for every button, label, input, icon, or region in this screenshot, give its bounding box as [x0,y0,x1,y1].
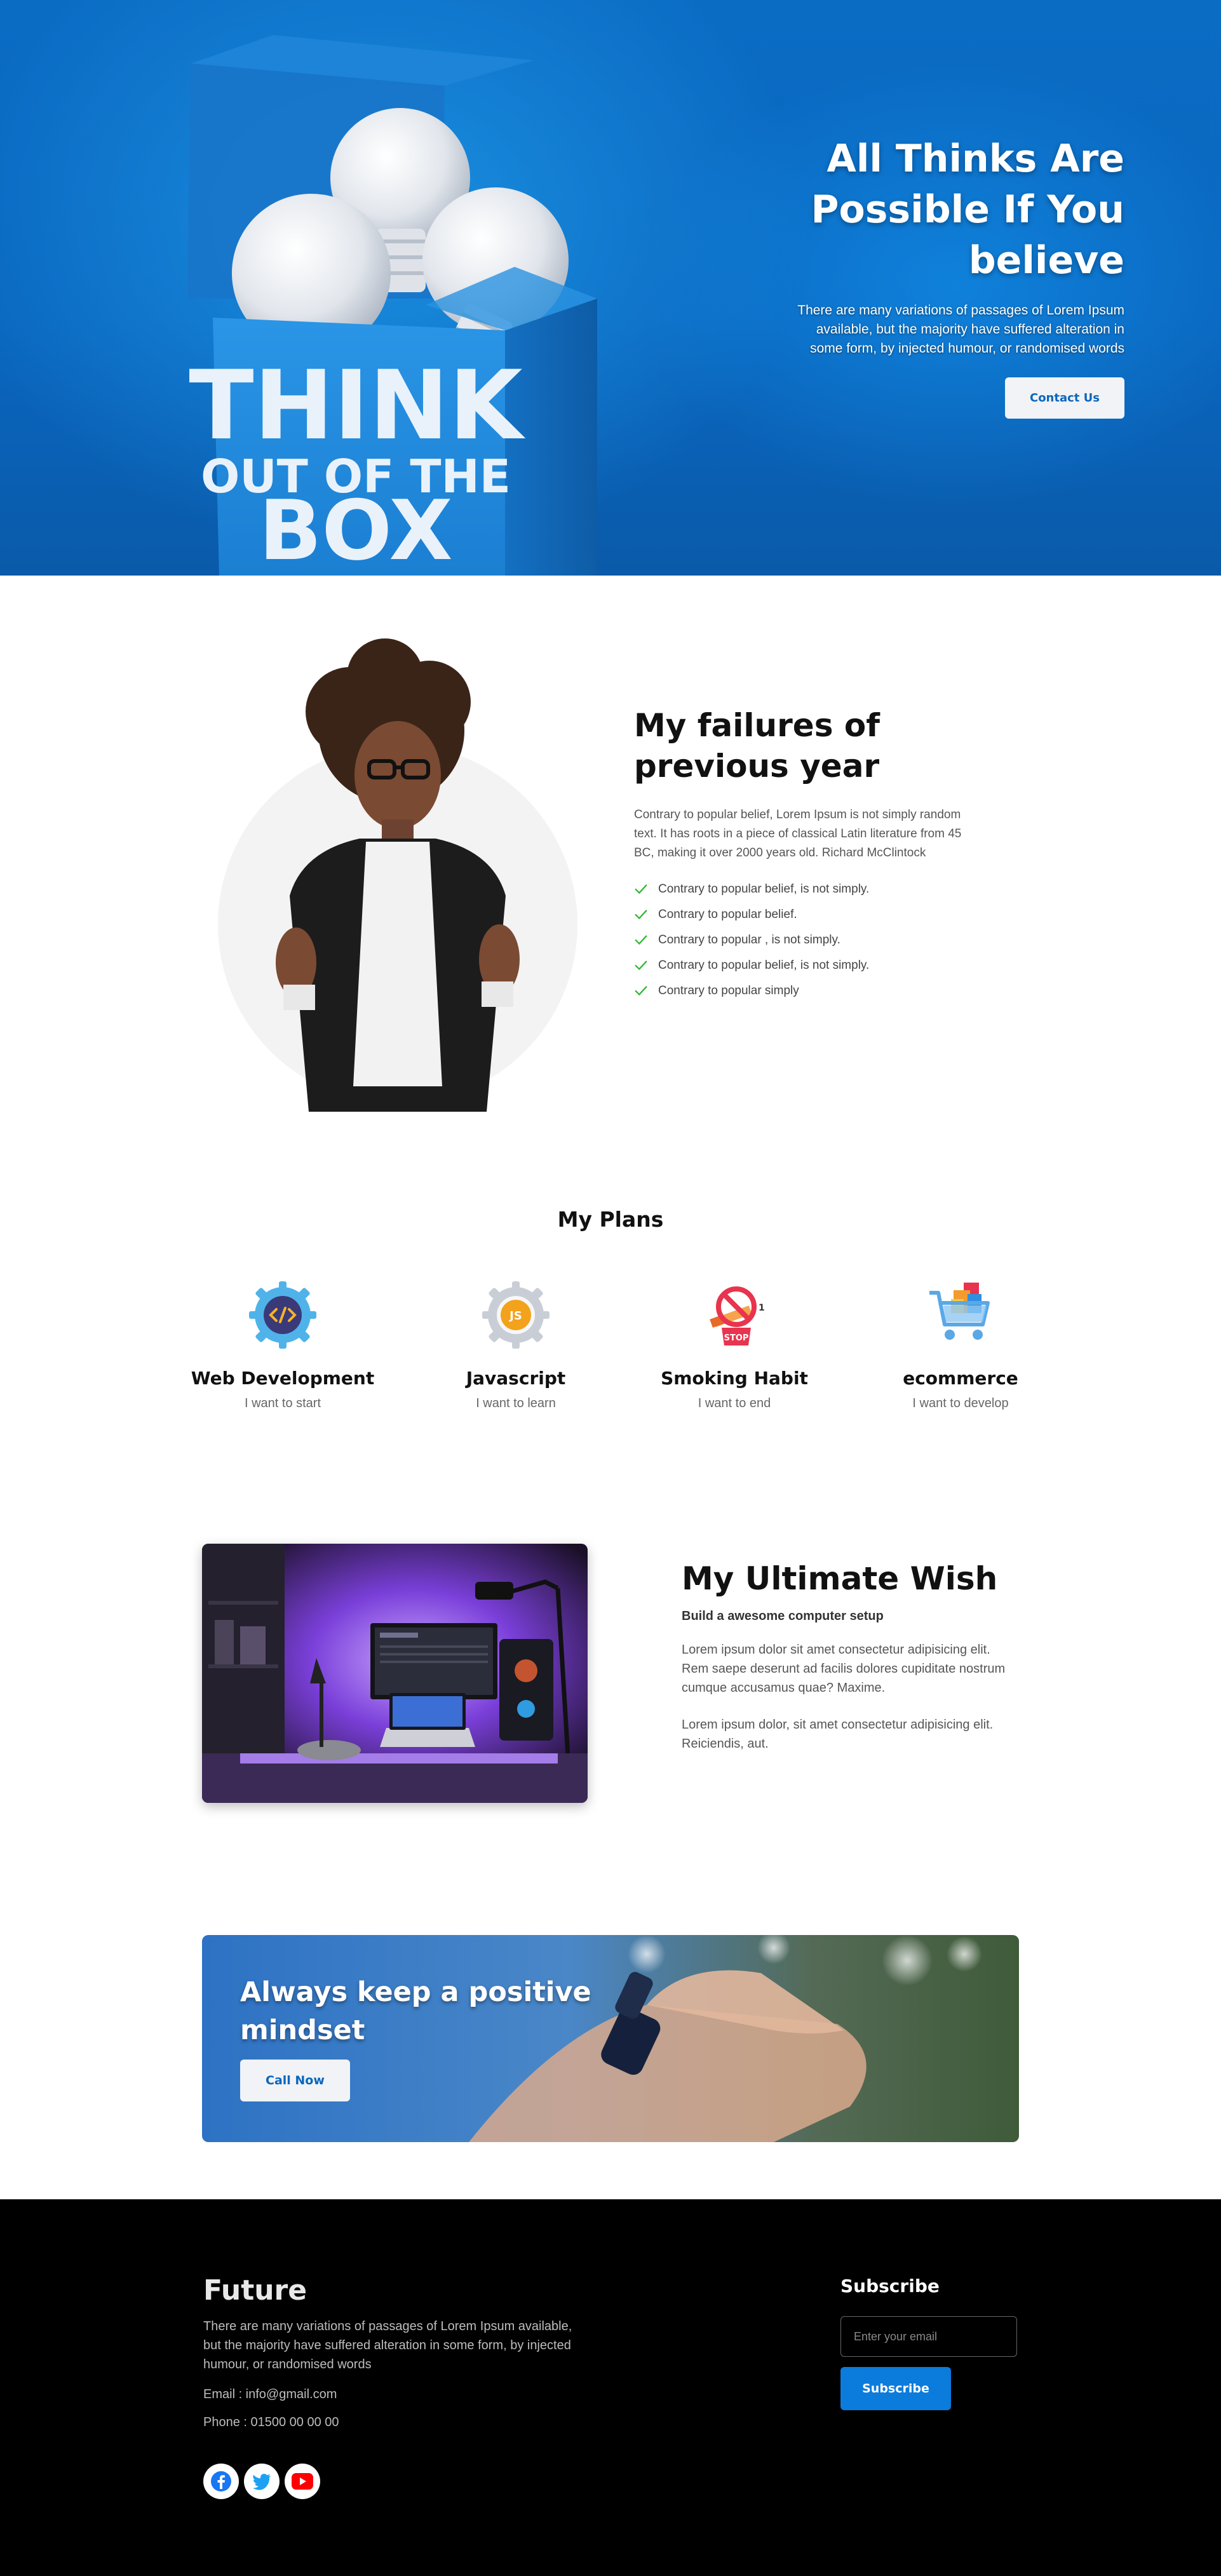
hero-section: THINK OUT OF THE BOX All Thinks Are Poss… [0,0,1221,576]
footer-brand: Future [203,2274,307,2307]
contact-us-button[interactable]: Contact Us [1004,377,1124,419]
list-item: Contrary to popular belief, is not simpl… [634,877,964,902]
list-item: Contrary to popular belief. [634,902,964,927]
list-item: Contrary to popular , is not simply. [634,927,964,953]
failures-description: Contrary to popular belief, Lorem Ipsum … [634,808,962,860]
list-item: Contrary to popular simply [634,978,964,1004]
wish-title: My Ultimate Wish [682,1560,998,1597]
hero-description: There are many variations of passages of… [797,303,1124,356]
hero-title: All Thinks Are Possible If You believe [811,137,1124,283]
failures-checklist: Contrary to popular belief, is not simpl… [634,877,964,1004]
plan-subtitle: I want to start [244,1396,321,1410]
computer-setup-photo [202,1544,588,1803]
check-icon [635,986,647,996]
list-item: Contrary to popular belief, is not simpl… [634,953,964,978]
subscribe-button[interactable]: Subscribe [840,2367,951,2410]
facebook-icon[interactable] [203,2464,239,2499]
confused-woman-photo [218,638,577,1112]
positive-mindset-banner: Always keep a positive mindset Call Now [202,1935,1019,2142]
banner-title: Always keep a positive mindset [240,1976,591,2046]
footer-email: Email : info@gmail.com [203,2387,337,2401]
list-item-text: Contrary to popular belief, is not simpl… [658,959,870,972]
plan-name: Smoking Habit [661,1368,808,1389]
think-outside-box-illustration: THINK OUT OF THE BOX [187,35,597,576]
footer-phone: Phone : 01500 00 00 00 [203,2415,339,2429]
box-text-line-1: THINK [189,351,525,461]
plan-subtitle: I want to learn [476,1396,556,1410]
plan-name: ecommerce [903,1368,1018,1389]
wish-paragraph-1: Lorem ipsum dolor sit amet consectetur a… [682,1643,1006,1695]
plan-card-web-development: Web Development I want to start [187,1280,378,1411]
plan-subtitle: I want to develop [912,1396,1009,1410]
wish-subtitle: Build a awesome computer setup [682,1609,884,1623]
box-text-line-3: BOX [259,482,452,576]
list-item-text: Contrary to popular belief. [658,908,797,921]
social-links [203,2464,320,2499]
plan-name: Web Development [191,1368,375,1389]
youtube-icon[interactable] [285,2464,320,2499]
list-item-text: Contrary to popular simply [658,984,799,997]
plan-card-ecommerce: ecommerce I want to develop [865,1280,1056,1411]
list-item-text: Contrary to popular , is not simply. [658,933,840,947]
svg-text:JS: JS [508,1309,522,1323]
stop-badge-text: STOP [724,1333,749,1343]
plan-card-javascript: JS Javascript I want to learn [421,1280,611,1411]
plan-subtitle: I want to end [698,1396,771,1410]
plan-name: Javascript [466,1368,566,1389]
check-icon [635,910,647,920]
check-icon [635,961,647,971]
plan-card-smoking-habit: STOP 1 Smoking Habit I want to end [639,1280,830,1411]
wish-content: My Ultimate Wish Build a awesome compute… [682,1560,1018,1753]
shopping-cart-icon [929,1283,990,1340]
wish-paragraph-2: Lorem ipsum dolor, sit amet consectetur … [682,1718,994,1751]
no-smoking-icon: STOP 1 [710,1286,765,1345]
hero-content: All Thinks Are Possible If You believe T… [769,133,1124,419]
js-gear-icon: JS [482,1281,550,1349]
list-item-text: Contrary to popular belief, is not simpl… [658,882,870,896]
code-gear-icon [249,1281,316,1349]
email-field[interactable] [840,2316,1017,2357]
subscribe-title: Subscribe [840,2276,940,2296]
banner-content: Always keep a positive mindset Call Now [240,1973,596,2101]
footer: Future There are many variations of pass… [0,2199,1221,2576]
twitter-icon[interactable] [244,2464,280,2499]
footer-description: There are many variations of passages of… [203,2319,572,2371]
plans-title: My Plans [557,1207,664,1232]
svg-text:1: 1 [759,1303,765,1313]
failures-content: My failures of previous year Contrary to… [634,705,964,1004]
check-icon [635,884,647,894]
check-icon [635,935,647,945]
failures-title: My failures of previous year [634,707,880,785]
call-now-button[interactable]: Call Now [240,2060,350,2101]
